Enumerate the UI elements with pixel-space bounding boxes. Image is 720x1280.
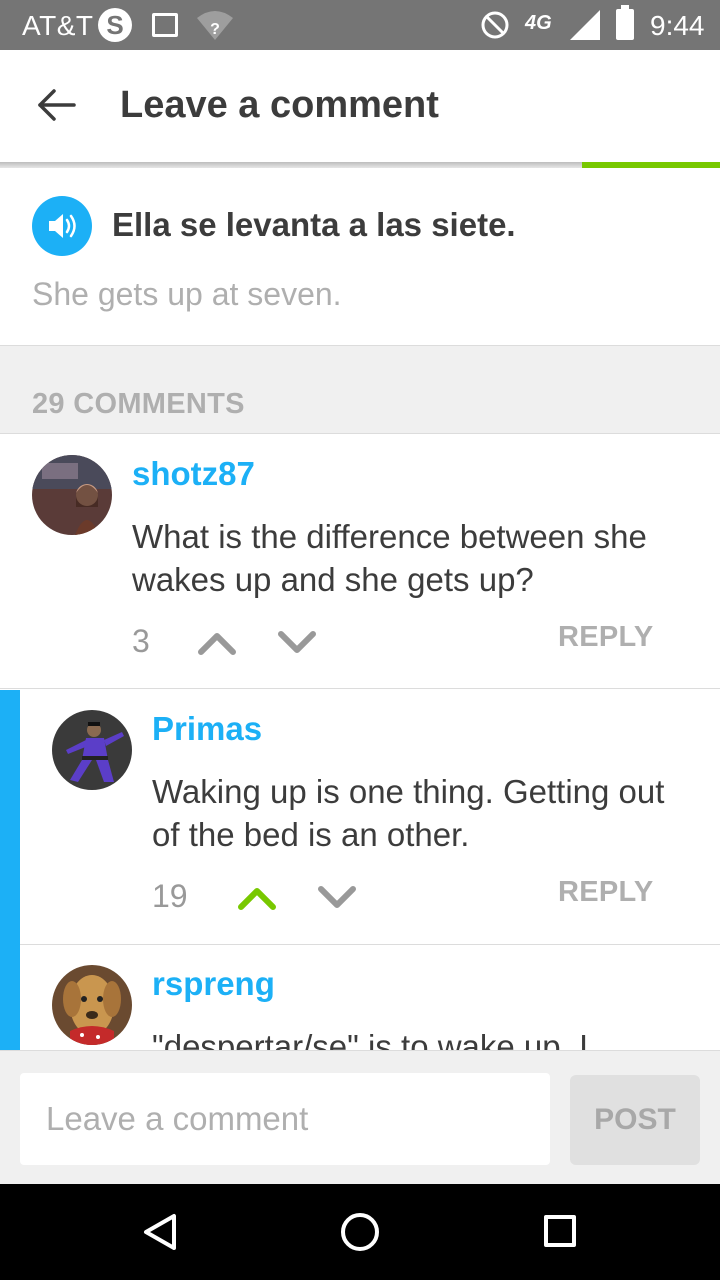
play-audio-button[interactable]	[32, 196, 92, 256]
carrier-label: AT&T	[22, 10, 94, 41]
comment-body: Waking up is one thing. Getting out of t…	[152, 773, 665, 853]
signal-icon	[570, 10, 600, 40]
upvote-icon[interactable]	[196, 627, 238, 657]
skype-icon: S	[98, 8, 132, 42]
lte-icon: 4G	[525, 12, 552, 34]
avatar[interactable]	[52, 710, 132, 790]
post-button[interactable]: POST	[570, 1075, 700, 1165]
comment-item: shotz87 What is the difference between s…	[0, 435, 720, 689]
back-arrow-icon[interactable]	[34, 82, 80, 128]
sentence-text: Ella se levanta a las siete.	[112, 206, 516, 243]
comment-author[interactable]: rspreng	[152, 965, 275, 1003]
comments-header: 29 COMMENTS	[0, 346, 720, 434]
reply-thread-bar	[0, 690, 20, 945]
wifi-icon: ?	[197, 11, 233, 40]
status-bar: AT&T S ? 4G 9:44	[0, 0, 720, 50]
image-notification-icon	[152, 13, 178, 37]
comment-input-bar: POST	[0, 1050, 720, 1184]
reply-button[interactable]: REPLY	[558, 876, 654, 909]
translation-text: She gets up at seven.	[32, 276, 342, 312]
sentence-card: Ella se levanta a las siete. She gets up…	[0, 168, 720, 346]
comment-body: What is the difference between she wakes…	[132, 518, 647, 598]
comment-list[interactable]: shotz87 What is the difference between s…	[0, 435, 720, 1050]
reply-comment-item: Primas Waking up is one thing. Getting o…	[0, 690, 720, 945]
downvote-icon[interactable]	[276, 627, 318, 657]
app-header: Leave a comment	[0, 50, 720, 162]
upvote-icon[interactable]	[236, 882, 278, 912]
page-title: Leave a comment	[120, 84, 439, 126]
nav-recent-apps-icon[interactable]	[544, 1215, 576, 1247]
vote-count: 19	[152, 878, 188, 914]
comment-author[interactable]: shotz87	[132, 455, 255, 493]
vote-count: 3	[132, 623, 150, 659]
avatar[interactable]	[32, 455, 112, 535]
reply-comment-item: rspreng "despertar/se" is to wake up. I	[0, 945, 720, 1050]
reply-button[interactable]: REPLY	[558, 621, 654, 654]
reply-thread-bar	[0, 945, 20, 1050]
comment-author[interactable]: Primas	[152, 710, 262, 748]
comment-body: "despertar/se" is to wake up. I	[152, 1028, 589, 1050]
svg-text:?: ?	[210, 21, 220, 38]
avatar[interactable]	[52, 965, 132, 1045]
comments-count: 29 COMMENTS	[32, 388, 245, 420]
battery-icon	[616, 5, 634, 40]
do-not-disturb-icon	[481, 11, 509, 39]
clock: 9:44	[650, 10, 705, 41]
nav-home-icon[interactable]	[341, 1213, 379, 1251]
comment-input[interactable]	[20, 1073, 550, 1165]
speaker-icon	[49, 214, 76, 238]
downvote-icon[interactable]	[316, 882, 358, 912]
system-nav-bar	[0, 1184, 720, 1280]
nav-back-icon[interactable]	[140, 1212, 180, 1252]
